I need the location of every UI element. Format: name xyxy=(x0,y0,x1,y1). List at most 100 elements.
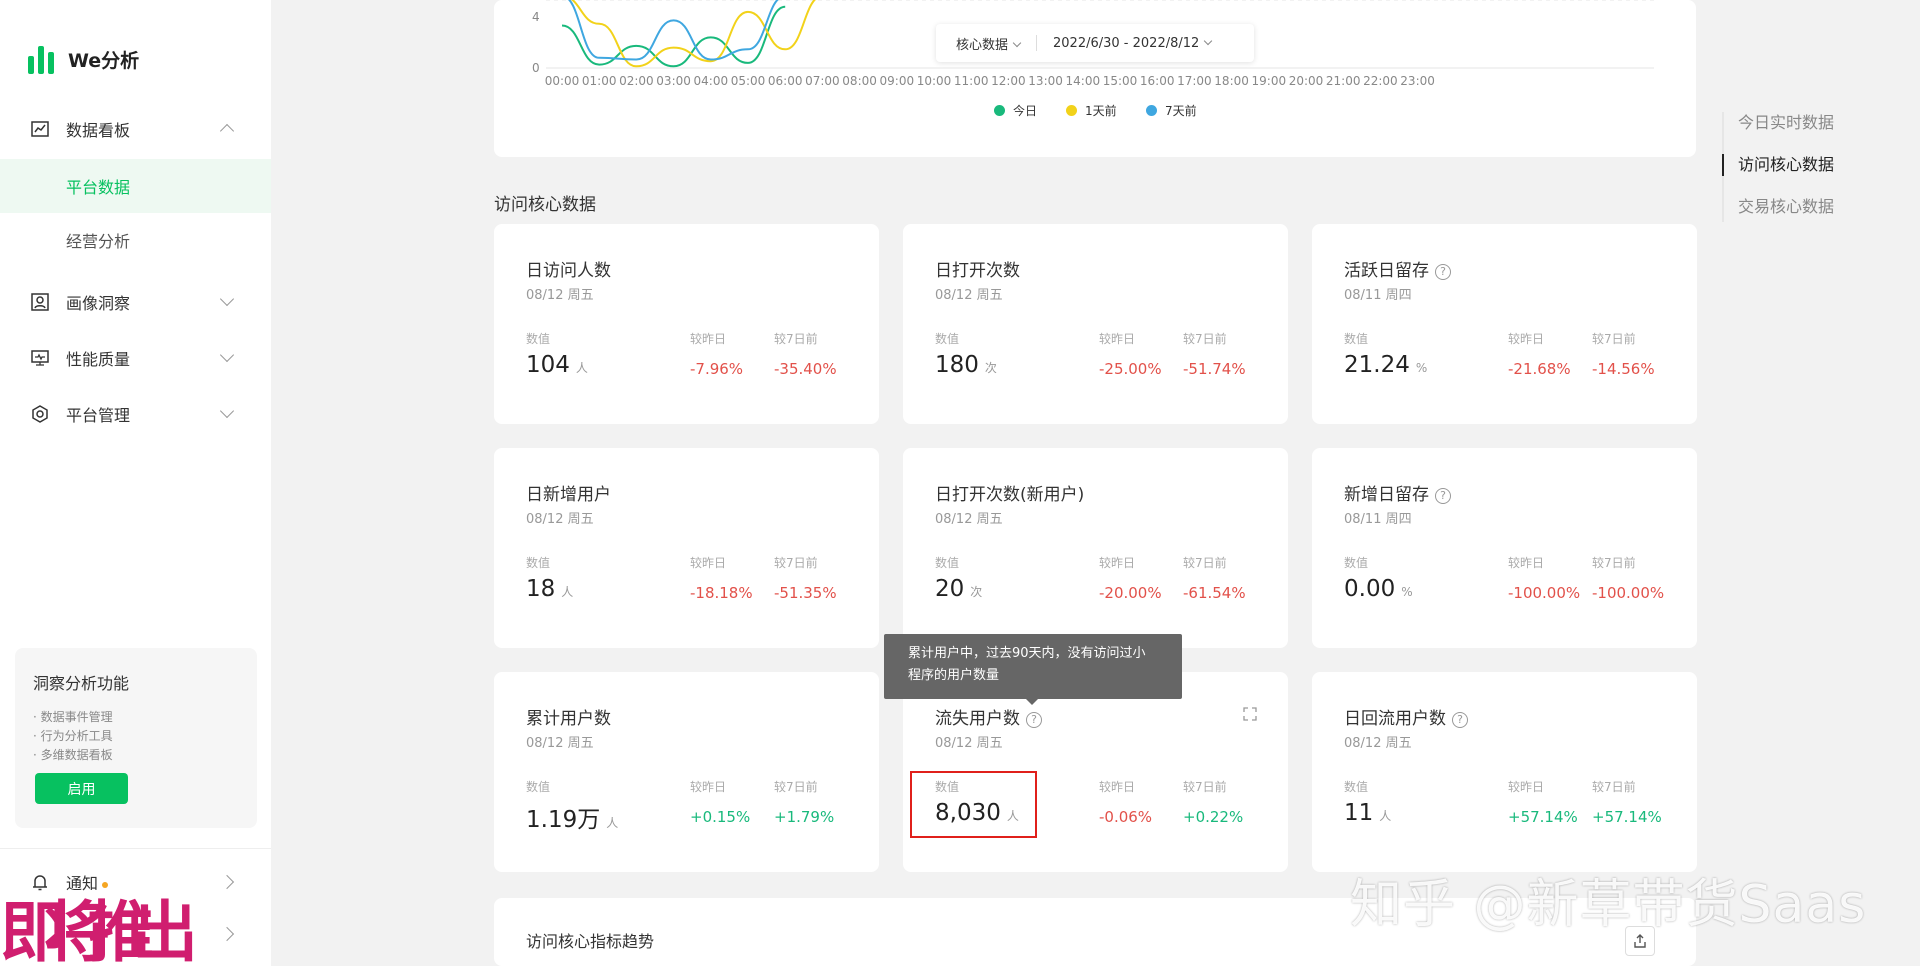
metric-unit: 人 xyxy=(606,816,619,830)
help-icon[interactable]: ? xyxy=(1435,488,1451,504)
y-tick-label: 0 xyxy=(532,61,540,75)
metric-unit: 人 xyxy=(1379,809,1392,823)
x-tick-label: 14:00 xyxy=(1065,74,1101,88)
value-label: 数值 xyxy=(935,556,960,570)
value-label: 数值 xyxy=(1344,780,1369,794)
nav-group-performance[interactable]: 性能质量 xyxy=(0,338,271,378)
watermark: 知乎 @新草带货Saas xyxy=(1350,875,1867,935)
sidebar: We分析 数据看板 平台数据 经营分析 画像洞察 性能质量 平台管理 洞察分析功… xyxy=(0,0,271,966)
help-tooltip: 累计用户中，过去90天内，没有访问过小程序的用户数量 xyxy=(884,634,1182,705)
cmp-yesterday-value: -0.06% xyxy=(1099,808,1153,826)
metric-unit: 次 xyxy=(984,361,997,375)
metric-title: 日新增用户 xyxy=(526,485,611,505)
cmp-7days-label: 较7日前 xyxy=(774,556,818,570)
anchor-core-access[interactable]: 访问核心数据 xyxy=(1721,154,1834,196)
metric-date: 08/11 周四 xyxy=(1344,512,1412,527)
nav-item-business-analysis[interactable]: 经营分析 xyxy=(0,213,271,267)
promo-item: · 多维数据看板 xyxy=(33,748,113,762)
chevron-up-icon xyxy=(219,123,235,139)
metric-date: 08/11 周四 xyxy=(1344,288,1412,303)
chevron-down-icon xyxy=(1204,36,1213,45)
metric-card: 活跃日留存? 08/11 周四 数值 较昨日 较7日前 21.24% -21.68% -14.… xyxy=(1312,224,1697,424)
cmp-yesterday-value: -18.18% xyxy=(690,584,753,602)
anchor-today-realtime[interactable]: 今日实时数据 xyxy=(1724,112,1834,154)
nav-group-data-board[interactable]: 数据看板 xyxy=(0,109,271,149)
enable-button[interactable]: 启用 xyxy=(35,773,128,804)
anchor-core-trade[interactable]: 交易核心数据 xyxy=(1724,196,1834,238)
value-label: 数值 xyxy=(526,780,551,794)
cmp-yesterday-label: 较昨日 xyxy=(1508,556,1545,570)
x-tick-label: 16:00 xyxy=(1139,74,1175,88)
nav-group-platform-manage[interactable]: 平台管理 xyxy=(0,394,271,434)
metric-value: 1.19万人 xyxy=(526,807,619,833)
metric-card: 日打开次数 08/12 周五 数值 较昨日 较7日前 180 次 -25.00% -51.74% xyxy=(903,224,1288,424)
trend-title: 访问核心指标趋势 xyxy=(526,932,655,951)
date-range-value: 2022/6/30 - 2022/8/12 xyxy=(1053,35,1200,51)
cmp-7days-value: -100.00% xyxy=(1592,584,1665,602)
metric-card: 日新增用户 08/12 周五 数值 较昨日 较7日前 18 人 -18.18% -51.35% xyxy=(494,448,879,648)
cmp-7days-value: +0.22% xyxy=(1183,808,1244,826)
metric-value: 180 次 xyxy=(935,352,997,378)
expand-icon[interactable] xyxy=(1242,706,1258,722)
chart-filter-bar: 核心数据 2022/6/30 - 2022/8/12 xyxy=(936,24,1254,62)
cmp-yesterday-label: 较昨日 xyxy=(1099,556,1136,570)
value-label: 数值 xyxy=(526,556,551,570)
anchor-nav: 今日实时数据 访问核心数据 交易核心数据 xyxy=(1721,112,1834,222)
cmp-7days-label: 较7日前 xyxy=(1183,780,1227,794)
section-title: 访问核心数据 xyxy=(494,195,596,215)
nav-group-label: 性能质量 xyxy=(66,350,131,369)
metric-title: 日打开次数 xyxy=(935,261,1020,281)
cmp-yesterday-label: 较昨日 xyxy=(1099,780,1136,794)
legend-label: 1天前 xyxy=(1085,104,1117,118)
notice-label: 通知 xyxy=(66,870,109,894)
cmp-7days-value: -14.56% xyxy=(1592,360,1655,378)
metric-unit: % xyxy=(1415,361,1428,375)
metric-card: 日访问人数 08/12 周五 数值 较昨日 较7日前 104 人 -7.96% -35.40% xyxy=(494,224,879,424)
we-analysis-logo-icon xyxy=(28,44,54,74)
x-tick-label: 08:00 xyxy=(842,74,877,88)
metric-value: 21.24% xyxy=(1344,352,1428,378)
cmp-yesterday-label: 较昨日 xyxy=(1508,332,1545,346)
cmp-7days-value: -51.74% xyxy=(1183,360,1246,378)
date-range-picker[interactable]: 2022/6/30 - 2022/8/12 xyxy=(1053,35,1213,51)
help-icon[interactable]: ? xyxy=(1026,712,1042,728)
x-tick-label: 22:00 xyxy=(1363,74,1398,88)
cmp-7days-value: +1.79% xyxy=(774,808,835,826)
chevron-down-icon xyxy=(1012,38,1022,47)
nav-item-platform-data[interactable]: 平台数据 xyxy=(0,159,271,213)
metric-select[interactable]: 核心数据 xyxy=(956,34,1022,53)
chart-board-icon xyxy=(30,119,50,139)
metric-title: 日访问人数 xyxy=(526,261,611,281)
cmp-yesterday-label: 较昨日 xyxy=(690,556,727,570)
cmp-7days-label: 较7日前 xyxy=(1183,332,1227,346)
nav-group-label: 画像洞察 xyxy=(66,294,131,313)
metric-date: 08/12 周五 xyxy=(526,288,594,303)
x-tick-label: 11:00 xyxy=(953,74,989,88)
chevron-right-icon xyxy=(219,874,235,890)
cmp-7days-label: 较7日前 xyxy=(1592,780,1636,794)
metric-value: 20 次 xyxy=(935,576,983,602)
x-tick-label: 05:00 xyxy=(730,74,766,88)
legend-item-1-day-ago[interactable]: 1天前 xyxy=(1066,102,1117,119)
x-tick-label: 00:00 xyxy=(544,74,580,88)
metric-date: 08/12 周五 xyxy=(526,736,594,751)
cmp-7days-label: 较7日前 xyxy=(774,780,818,794)
app-logo[interactable]: We分析 xyxy=(28,44,139,74)
help-icon[interactable]: ? xyxy=(1452,712,1468,728)
chevron-down-icon xyxy=(219,403,235,419)
nav-group-portrait-insight[interactable]: 画像洞察 xyxy=(0,282,271,322)
legend-item-today[interactable]: 今日 xyxy=(994,102,1037,119)
legend-label: 今日 xyxy=(1013,104,1038,118)
help-icon[interactable]: ? xyxy=(1435,264,1451,280)
metric-card: 日打开次数(新用户) 08/12 周五 数值 较昨日 较7日前 20 次 -20.00% -61… xyxy=(903,448,1288,648)
legend-item-7-days-ago[interactable]: 7天前 xyxy=(1146,102,1197,119)
metric-select-value: 核心数据 xyxy=(956,37,1009,53)
cmp-yesterday-value: -20.00% xyxy=(1099,584,1162,602)
value-label: 数值 xyxy=(935,332,960,346)
value-label: 数值 xyxy=(526,332,551,346)
app-name: We分析 xyxy=(68,49,140,72)
insight-promo-card: 洞察分析功能 · 数据事件管理 · 行为分析工具 · 多维数据看板 启用 xyxy=(15,648,257,828)
cmp-yesterday-label: 较昨日 xyxy=(1508,780,1545,794)
x-tick-label: 10:00 xyxy=(916,74,952,88)
metric-title: 日打开次数(新用户) xyxy=(935,485,1085,505)
